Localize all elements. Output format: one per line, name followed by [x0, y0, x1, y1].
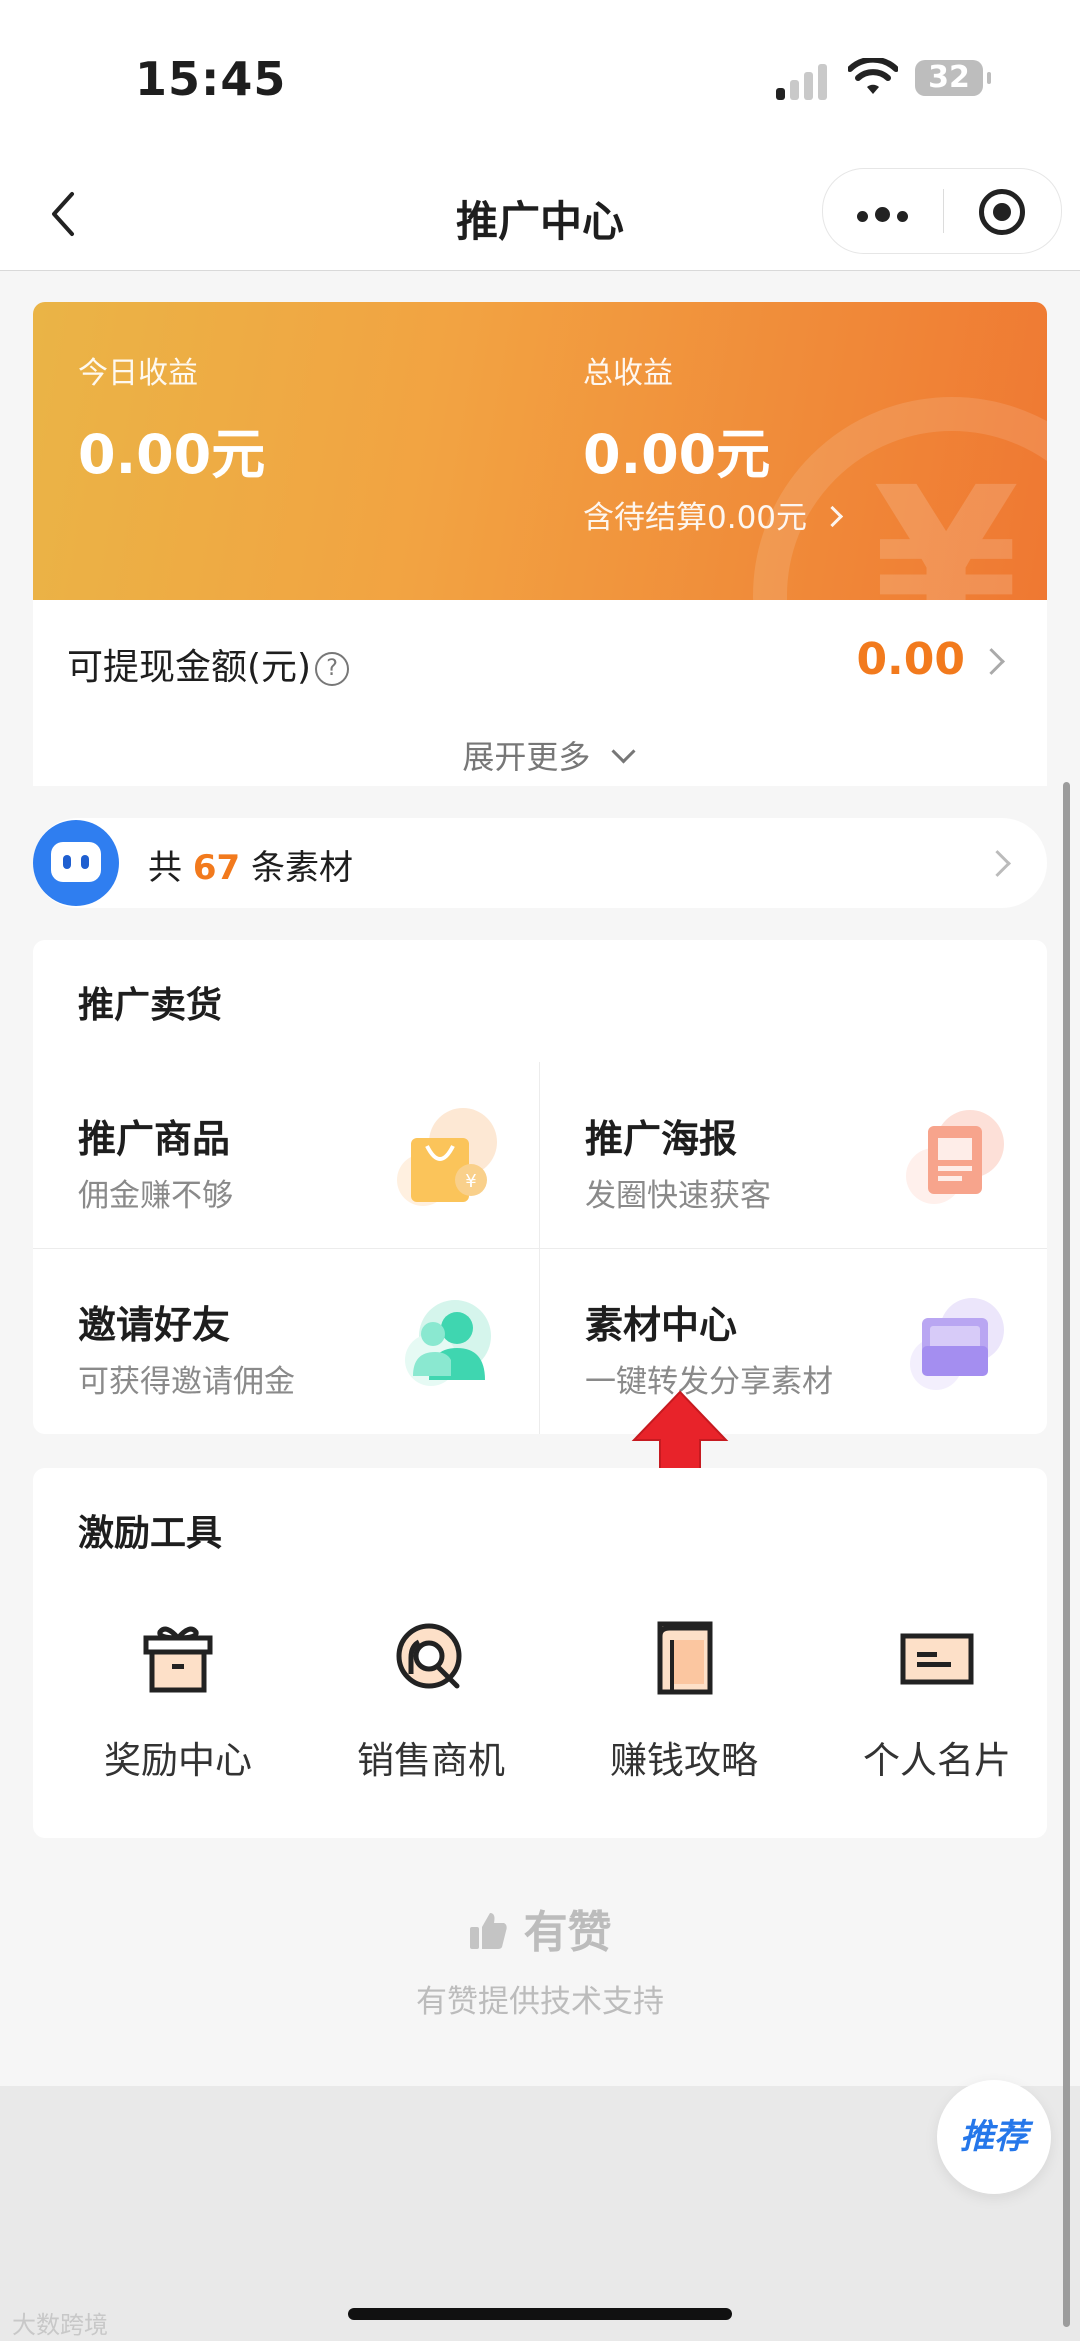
card-title: 推广商品	[78, 1117, 231, 1161]
more-icon[interactable]	[857, 207, 915, 226]
footer-brand: 有赞	[0, 1896, 1080, 1960]
bottom-area	[0, 2086, 1080, 2341]
promote-poster-card[interactable]: 推广海报 发圈快速获客	[540, 1062, 1046, 1248]
tool-sales-opportunity[interactable]: 销售商机	[306, 1618, 556, 1782]
expand-more-button[interactable]: 展开更多	[33, 732, 1047, 778]
tool-label: 个人名片	[863, 1739, 1011, 1782]
tool-business-card[interactable]: 个人名片	[812, 1618, 1062, 1782]
shopping-bag-icon: ¥	[397, 1108, 497, 1206]
card-icon	[900, 1633, 974, 1685]
card-subtitle: 发圈快速获客	[585, 1178, 771, 1214]
chevron-right-icon[interactable]	[978, 648, 1005, 675]
status-time: 15:45	[135, 52, 287, 106]
withdraw-card: 可提现金额(元)? 0.00 展开更多	[33, 600, 1047, 786]
invite-friends-card[interactable]: 邀请好友 可获得邀请佣金	[33, 1248, 539, 1434]
book-icon	[657, 1621, 713, 1695]
withdraw-row[interactable]: 可提现金额(元)?	[67, 638, 350, 690]
yen-decoration-icon: ¥	[873, 442, 1020, 600]
promote-sell-panel: 推广卖货 推广商品 佣金赚不够 ¥ 推广海报 发圈快速获客 邀请好友 可获得邀请…	[33, 940, 1047, 1434]
tool-label: 奖励中心	[104, 1739, 252, 1782]
poster-icon	[906, 1110, 1004, 1204]
pending-settlement-link[interactable]: 含待结算0.00元	[583, 492, 843, 537]
section-title-promote-sell: 推广卖货	[78, 985, 223, 1026]
help-icon[interactable]: ?	[315, 652, 350, 686]
card-subtitle: 可获得邀请佣金	[78, 1364, 295, 1400]
status-bar: 15:45 32	[0, 0, 1080, 160]
scrollbar[interactable]	[1063, 782, 1070, 2327]
pending-settlement-text: 含待结算0.00元	[583, 500, 808, 536]
tool-reward-center[interactable]: 奖励中心	[53, 1618, 303, 1782]
material-center-card[interactable]: 素材中心 一键转发分享素材	[540, 1248, 1046, 1434]
earnings-banner: ¥ 今日收益 0.00元 总收益 0.00元 含待结算0.00元	[33, 302, 1047, 600]
folder-icon	[910, 1298, 1004, 1390]
capsule-divider	[943, 189, 944, 233]
material-count-bar[interactable]: 共 67 条素材	[33, 818, 1047, 908]
chevron-down-icon	[611, 739, 636, 764]
material-suffix: 条素材	[250, 848, 353, 888]
chevron-right-icon	[984, 850, 1011, 877]
promote-products-card[interactable]: 推广商品 佣金赚不够 ¥	[33, 1062, 539, 1248]
signal-icon	[776, 62, 828, 100]
battery-icon: 32	[915, 60, 991, 96]
total-earnings-value: 0.00元	[583, 423, 771, 486]
robot-avatar-icon	[33, 820, 119, 906]
card-title: 素材中心	[585, 1303, 738, 1347]
card-title: 推广海报	[585, 1117, 738, 1161]
tool-money-guide[interactable]: 赚钱攻略	[559, 1618, 809, 1782]
watermark: 大数跨境	[12, 2311, 108, 2339]
friends-icon	[405, 1300, 491, 1386]
footer-support-text: 有赞提供技术支持	[416, 1984, 664, 2020]
svg-text:¥: ¥	[465, 1171, 476, 1192]
search-target-icon	[396, 1623, 462, 1689]
material-count: 67	[192, 848, 241, 888]
card-title: 邀请好友	[78, 1303, 231, 1347]
tool-label: 赚钱攻略	[610, 1739, 758, 1782]
tool-label: 销售商机	[357, 1739, 505, 1782]
incentive-tools-panel: 激励工具 奖励中心 销售商机 赚钱攻略 个人名片	[33, 1468, 1047, 1838]
footer-brand-text: 有赞	[523, 1907, 612, 1958]
footer: 有赞 有赞提供技术支持	[0, 1896, 1080, 2021]
gift-icon	[143, 1626, 213, 1693]
expand-more-label: 展开更多	[462, 738, 591, 776]
wifi-icon	[848, 58, 898, 94]
mini-program-capsule	[822, 168, 1062, 254]
thumbs-up-icon	[470, 1913, 507, 1949]
material-prefix: 共	[148, 848, 182, 888]
home-indicator[interactable]	[348, 2308, 732, 2320]
nav-bar: 推广中心	[0, 160, 1080, 271]
today-earnings-value: 0.00元	[78, 423, 266, 486]
section-title-incentive-tools: 激励工具	[78, 1513, 223, 1554]
card-subtitle: 佣金赚不够	[78, 1178, 233, 1214]
recommend-floating-button[interactable]: 推荐	[937, 2080, 1051, 2194]
today-earnings-label: 今日收益	[78, 356, 198, 391]
withdraw-amount: 0.00	[856, 634, 965, 685]
close-target-icon[interactable]	[979, 189, 1025, 235]
withdraw-label: 可提现金额(元)	[67, 647, 312, 688]
total-earnings-label: 总收益	[583, 356, 673, 391]
material-count-text: 共 67 条素材	[148, 840, 353, 889]
